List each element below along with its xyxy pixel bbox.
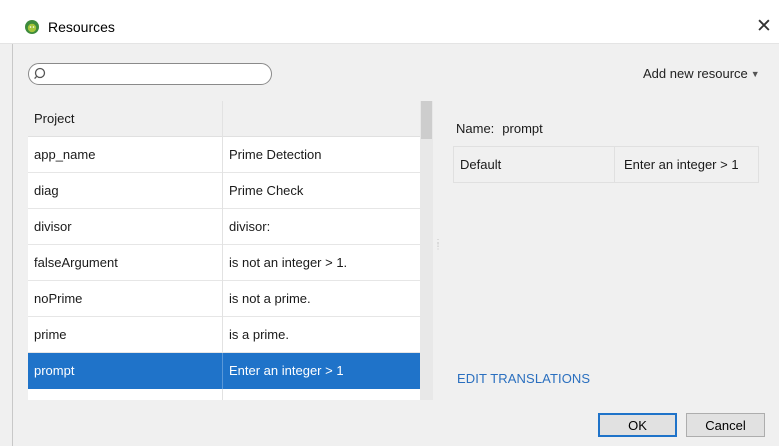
resource-name: falseArgument — [28, 245, 223, 281]
translations-table: Default Enter an integer > 1 — [453, 146, 759, 183]
resource-value[interactable]: is not an integer > 1. — [223, 245, 420, 281]
ok-button[interactable]: OK — [598, 413, 677, 437]
resource-name: app_name — [28, 137, 223, 173]
search-icon — [34, 67, 46, 80]
splitter-grip-icon[interactable]: ⋮ ⋮ — [434, 239, 442, 259]
resource-name-line: Name: prompt — [456, 121, 543, 136]
resource-value[interactable]: divisor: — [223, 209, 420, 245]
table-row[interactable]: app_name Prime Detection — [28, 137, 420, 173]
resource-name: diag — [28, 173, 223, 209]
search-input[interactable] — [51, 65, 261, 83]
empty-cell — [28, 389, 223, 400]
add-new-resource-label: Add new resource — [643, 66, 748, 81]
android-icon — [25, 20, 39, 34]
edit-translations-link[interactable]: EDIT TRANSLATIONS — [457, 371, 590, 386]
resource-value[interactable]: Prime Check — [223, 173, 420, 209]
column-header-value[interactable] — [223, 101, 420, 137]
resource-value[interactable]: is not a prime. — [223, 281, 420, 317]
resource-name: prime — [28, 317, 223, 353]
name-label: Name: — [456, 121, 495, 136]
window-border — [12, 44, 13, 446]
name-value: prompt — [502, 121, 543, 136]
title-bar: Resources ✕ — [0, 0, 779, 44]
resource-name: divisor — [28, 209, 223, 245]
column-header-project[interactable]: Project — [28, 101, 223, 137]
window-title: Resources — [48, 19, 115, 35]
table-row-empty — [28, 389, 420, 400]
table-header: Project — [28, 101, 420, 137]
resource-name: prompt — [28, 353, 223, 389]
search-box[interactable] — [28, 63, 272, 85]
table-row[interactable]: noPrime is not a prime. — [28, 281, 420, 317]
close-icon[interactable]: ✕ — [751, 14, 777, 40]
table-row[interactable]: prime is a prime. — [28, 317, 420, 353]
translation-value[interactable]: Enter an integer > 1 — [615, 147, 758, 182]
table-row[interactable]: diag Prime Check — [28, 173, 420, 209]
table-row-selected[interactable]: prompt Enter an integer > 1 — [28, 353, 420, 389]
table-row[interactable]: falseArgument is not an integer > 1. — [28, 245, 420, 281]
resource-value[interactable]: Prime Detection — [223, 137, 420, 173]
resource-value[interactable]: Enter an integer > 1 — [223, 353, 420, 389]
add-new-resource-dropdown[interactable]: Add new resource ▼ — [643, 66, 760, 81]
dropdown-arrow-icon: ▼ — [750, 69, 760, 79]
resource-name: noPrime — [28, 281, 223, 317]
scrollbar-thumb[interactable] — [421, 101, 432, 139]
resource-value[interactable]: is a prime. — [223, 317, 420, 353]
table-row[interactable]: divisor divisor: — [28, 209, 420, 245]
resources-table: Project app_name Prime Detection diag Pr… — [28, 101, 420, 400]
cancel-button[interactable]: Cancel — [686, 413, 765, 437]
translation-locale: Default — [454, 147, 615, 182]
table-scrollbar[interactable] — [420, 101, 433, 400]
